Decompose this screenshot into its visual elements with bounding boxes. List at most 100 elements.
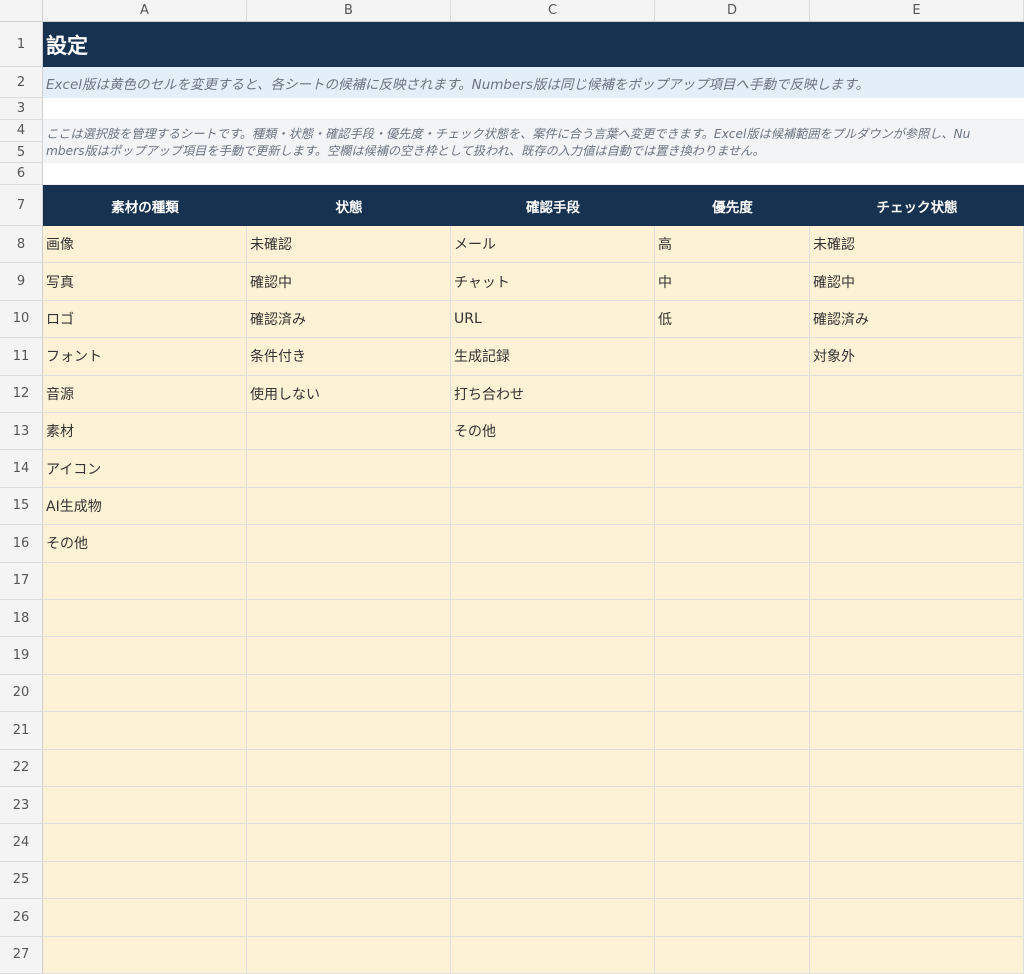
- table-cell[interactable]: 未確認: [247, 226, 451, 264]
- row-header-19[interactable]: 19: [0, 637, 43, 675]
- table-cell[interactable]: [247, 600, 451, 638]
- table-header-cell[interactable]: 優先度: [655, 185, 810, 226]
- row-header-25[interactable]: 25: [0, 861, 43, 900]
- table-cell[interactable]: 確認済み: [247, 300, 451, 339]
- table-cell[interactable]: [451, 562, 655, 600]
- row-header-9[interactable]: 9: [0, 263, 43, 301]
- blank-row-3[interactable]: [43, 98, 1024, 120]
- table-cell[interactable]: フォント: [43, 338, 247, 376]
- table-cell[interactable]: メール: [451, 226, 655, 264]
- table-cell[interactable]: 低: [655, 300, 810, 339]
- table-cell[interactable]: [247, 450, 451, 488]
- table-cell[interactable]: アイコン: [43, 450, 247, 488]
- table-cell[interactable]: [43, 787, 247, 825]
- row-header-14[interactable]: 14: [0, 450, 43, 488]
- table-cell[interactable]: [655, 487, 810, 526]
- table-cell[interactable]: 音源: [43, 375, 247, 413]
- column-header-e[interactable]: E: [810, 0, 1024, 22]
- table-cell[interactable]: [247, 936, 451, 974]
- table-cell[interactable]: [810, 712, 1024, 750]
- row-header-23[interactable]: 23: [0, 787, 43, 825]
- table-cell[interactable]: [655, 375, 810, 413]
- row-header-5[interactable]: 5: [0, 142, 43, 163]
- table-cell[interactable]: [247, 674, 451, 713]
- row-header-17[interactable]: 17: [0, 562, 43, 600]
- table-cell[interactable]: [451, 487, 655, 526]
- table-cell[interactable]: [655, 600, 810, 638]
- table-cell[interactable]: [43, 674, 247, 713]
- table-cell[interactable]: [451, 861, 655, 900]
- table-cell[interactable]: [451, 749, 655, 787]
- table-cell[interactable]: 打ち合わせ: [451, 375, 655, 413]
- table-cell[interactable]: [43, 712, 247, 750]
- row-header-8[interactable]: 8: [0, 226, 43, 264]
- table-cell[interactable]: URL: [451, 300, 655, 339]
- table-cell[interactable]: [655, 413, 810, 451]
- table-cell[interactable]: [451, 712, 655, 750]
- table-header-cell[interactable]: 確認手段: [451, 185, 655, 226]
- table-cell[interactable]: [655, 525, 810, 563]
- note-row[interactable]: Excel版は黄色のセルを変更すると、各シートの候補に反映されます。Number…: [43, 67, 1024, 98]
- table-cell[interactable]: [810, 375, 1024, 413]
- row-header-1[interactable]: 1: [0, 22, 43, 67]
- table-cell[interactable]: [247, 525, 451, 563]
- table-cell[interactable]: [655, 637, 810, 675]
- table-cell[interactable]: その他: [451, 413, 655, 451]
- table-cell[interactable]: 使用しない: [247, 375, 451, 413]
- table-cell[interactable]: [451, 787, 655, 825]
- table-cell[interactable]: [810, 861, 1024, 900]
- table-cell[interactable]: [43, 562, 247, 600]
- column-header-d[interactable]: D: [655, 0, 810, 22]
- table-cell[interactable]: [810, 450, 1024, 488]
- table-cell[interactable]: [247, 824, 451, 862]
- table-cell[interactable]: [247, 899, 451, 937]
- row-header-22[interactable]: 22: [0, 749, 43, 787]
- table-cell[interactable]: [655, 674, 810, 713]
- table-cell[interactable]: [810, 936, 1024, 974]
- description-row[interactable]: ここは選択肢を管理するシートです。種類・状態・確認手段・優先度・チェック状態を、…: [43, 120, 1024, 163]
- row-header-3[interactable]: 3: [0, 98, 43, 120]
- table-cell[interactable]: [43, 637, 247, 675]
- table-cell[interactable]: AI生成物: [43, 487, 247, 526]
- table-cell[interactable]: [810, 525, 1024, 563]
- table-cell[interactable]: 高: [655, 226, 810, 264]
- table-cell[interactable]: 中: [655, 263, 810, 301]
- table-cell[interactable]: [247, 861, 451, 900]
- table-cell[interactable]: [810, 413, 1024, 451]
- table-cell[interactable]: 素材: [43, 413, 247, 451]
- row-header-27[interactable]: 27: [0, 936, 43, 974]
- table-header-cell[interactable]: 素材の種類: [43, 185, 247, 226]
- table-cell[interactable]: [43, 936, 247, 974]
- table-cell[interactable]: [655, 787, 810, 825]
- table-cell[interactable]: [451, 450, 655, 488]
- table-cell[interactable]: [655, 936, 810, 974]
- row-header-24[interactable]: 24: [0, 824, 43, 862]
- table-cell[interactable]: 条件付き: [247, 338, 451, 376]
- row-header-12[interactable]: 12: [0, 375, 43, 413]
- table-cell[interactable]: [810, 487, 1024, 526]
- table-cell[interactable]: [247, 749, 451, 787]
- row-header-7[interactable]: 7: [0, 185, 43, 226]
- table-cell[interactable]: [810, 749, 1024, 787]
- blank-row-6[interactable]: [43, 163, 1024, 185]
- table-cell[interactable]: [655, 338, 810, 376]
- row-header-26[interactable]: 26: [0, 899, 43, 937]
- table-cell[interactable]: [655, 861, 810, 900]
- table-cell[interactable]: [43, 749, 247, 787]
- column-header-b[interactable]: B: [247, 0, 451, 22]
- table-cell[interactable]: その他: [43, 525, 247, 563]
- row-header-11[interactable]: 11: [0, 338, 43, 376]
- table-cell[interactable]: [43, 861, 247, 900]
- table-cell[interactable]: [247, 487, 451, 526]
- row-header-10[interactable]: 10: [0, 300, 43, 339]
- table-header-cell[interactable]: チェック状態: [810, 185, 1024, 226]
- table-cell[interactable]: [655, 749, 810, 787]
- table-cell[interactable]: [655, 712, 810, 750]
- table-cell[interactable]: [655, 450, 810, 488]
- table-cell[interactable]: 画像: [43, 226, 247, 264]
- row-header-16[interactable]: 16: [0, 525, 43, 563]
- table-cell[interactable]: [810, 787, 1024, 825]
- table-cell[interactable]: [451, 899, 655, 937]
- table-cell[interactable]: [247, 413, 451, 451]
- table-cell[interactable]: [655, 899, 810, 937]
